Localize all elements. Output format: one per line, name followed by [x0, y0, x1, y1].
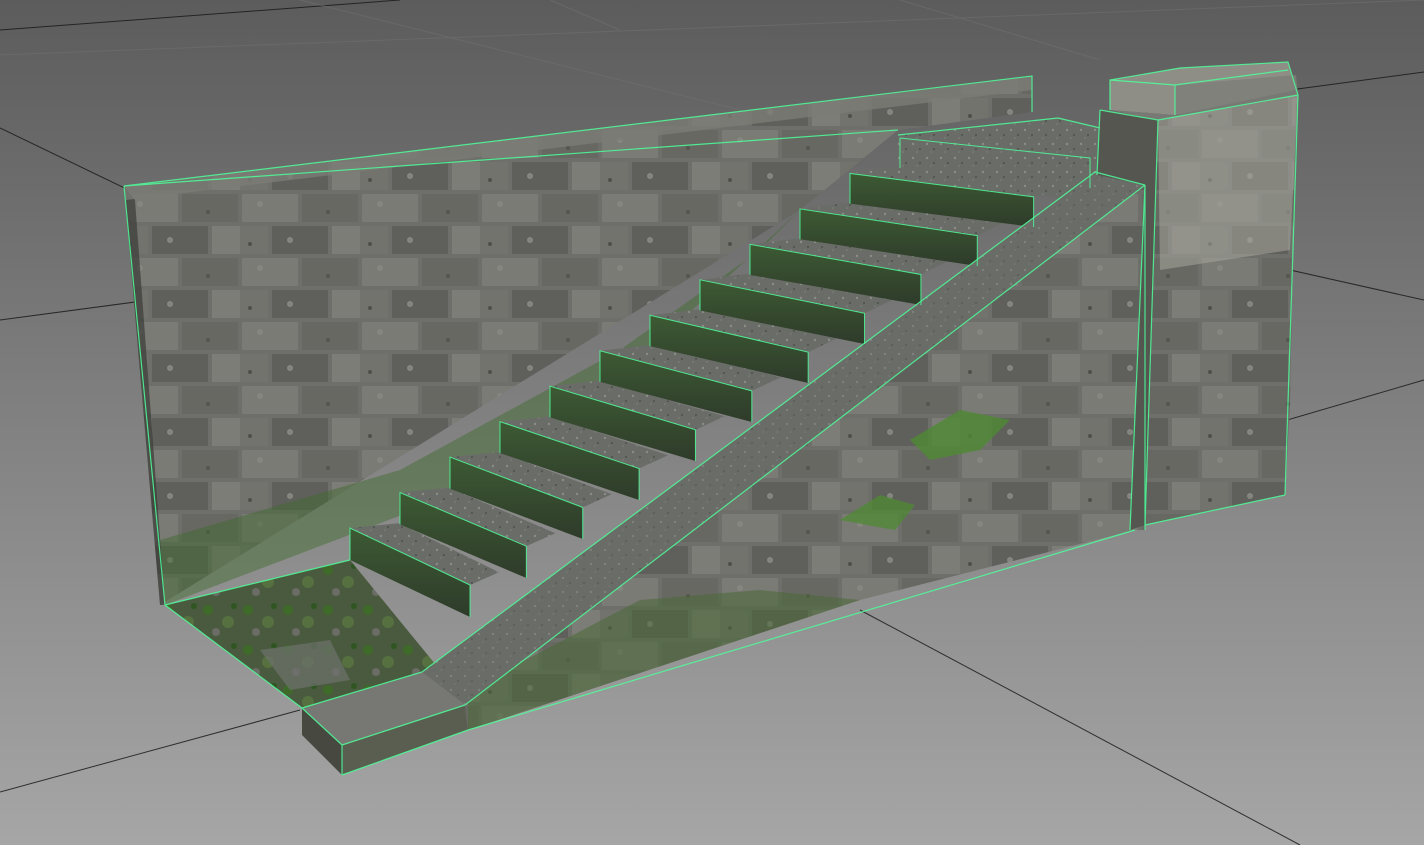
3d-viewport[interactable]	[0, 0, 1424, 845]
viewport-scene[interactable]	[0, 0, 1424, 845]
pillar-upper-light	[1158, 95, 1298, 270]
